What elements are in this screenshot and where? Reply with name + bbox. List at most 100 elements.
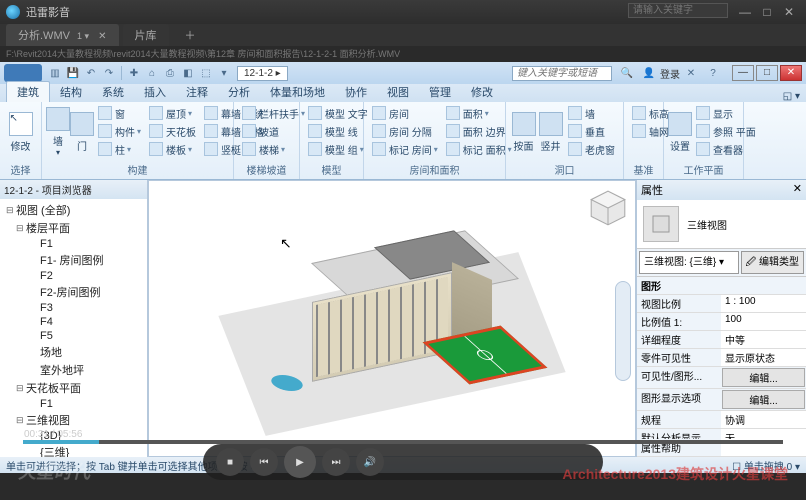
volume-button[interactable]: 🔊 [356,448,384,476]
model-line-button[interactable]: 模型 线 [306,122,370,140]
edit-type-button[interactable]: 🖉 编辑类型 [741,251,804,274]
view-cube[interactable] [587,187,629,229]
tree-item[interactable]: F4 [0,315,147,329]
help-icon[interactable]: ? [705,65,721,81]
model-group-button[interactable]: 模型 组▾ [306,140,370,158]
stop-button[interactable]: ■ [216,448,244,476]
user-icon[interactable]: 👤 [641,65,657,81]
qat-icon[interactable]: ▾ [216,65,232,81]
browser-tree[interactable]: ⊟视图 (全部)⊟楼层平面F1F1- 房间图例F2F2-房间图例F3F4F5场地… [0,199,147,457]
ribbon-tab[interactable]: 注释 [176,82,218,102]
view-canvas[interactable]: ↖ [148,180,636,457]
instance-selector[interactable]: 三维视图: {三维} ▾ [639,251,739,274]
ceiling-button[interactable]: 天花板 [147,122,198,140]
tree-item[interactable]: F2 [0,269,147,283]
ribbon-tab[interactable]: 结构 [50,82,92,102]
prev-button[interactable]: ⏮ [250,448,278,476]
save-icon[interactable]: 💾 [65,65,81,81]
column-button[interactable]: 柱▾ [96,140,143,158]
property-row[interactable]: 可见性/图形...编辑... [637,367,806,389]
tag-room-button[interactable]: 标记 房间▾ [370,140,440,158]
property-row[interactable]: 视图比例1 : 100 [637,295,806,313]
login-label[interactable]: 登录 [660,66,680,81]
set-button[interactable]: 设置 [668,104,692,160]
navigation-bar[interactable] [615,281,631,381]
play-button[interactable]: ▶ [284,446,316,478]
door-button[interactable]: 门 [70,104,94,160]
qat-icon[interactable]: ⎙ [162,65,178,81]
undo-icon[interactable]: ↶ [83,65,99,81]
tree-item[interactable]: F3 [0,301,147,315]
tree-item[interactable]: F1 [0,237,147,251]
qat-icon[interactable]: ⬚ [198,65,214,81]
redo-icon[interactable]: ↷ [101,65,117,81]
property-row[interactable]: 零件可见性显示原状态 [637,349,806,367]
ribbon-tab[interactable]: 协作 [335,82,377,102]
player-tab-add[interactable]: ＋ [173,24,208,46]
byface-button[interactable]: 按面 [510,104,537,160]
tab-close-icon[interactable]: ✕ [98,31,106,42]
model-text-button[interactable]: 模型 文字 [306,104,370,122]
property-row[interactable]: 比例值 1:100 [637,313,806,331]
doc-title-dropdown[interactable]: 12-1-2 ▸ [237,66,288,81]
ribbon-tab[interactable]: 视图 [377,82,419,102]
shaft-button[interactable]: 竖井 [537,104,564,160]
tree-item[interactable]: 室外地坪 [0,361,147,379]
tag-area-button[interactable]: 标记 面积▾ [444,140,514,158]
area-button[interactable]: 面积▾ [444,104,514,122]
ribbon-tab[interactable]: 管理 [419,82,461,102]
revit-max-button[interactable]: □ [756,65,778,81]
ramp-button[interactable]: 坡道 [240,122,307,140]
ribbon-tab[interactable]: 体量和场地 [260,82,335,102]
next-button[interactable]: ⏭ [322,448,350,476]
room-sep-button[interactable]: 房间 分隔 [370,122,440,140]
qat-icon[interactable]: ◧ [180,65,196,81]
area-boundary-button[interactable]: 面积 边界 [444,122,514,140]
component-button[interactable]: 构件▾ [96,122,143,140]
properties-close-icon[interactable]: ✕ [793,182,802,198]
tree-item[interactable]: F1 [0,397,147,411]
open-icon[interactable]: ▥ [47,65,63,81]
ribbon-tab[interactable]: 分析 [218,82,260,102]
property-row[interactable]: 详细程度中等 [637,331,806,349]
qat-icon[interactable]: ⌂ [144,65,160,81]
modify-button[interactable]: ↖修改 [4,104,37,160]
stair-button[interactable]: 楼梯▾ [240,140,307,158]
tree-item[interactable]: 场地 [0,343,147,361]
tree-item[interactable]: ⊟视图 (全部) [0,201,147,219]
exchange-icon[interactable]: ✕ [683,65,699,81]
properties-grid[interactable]: 图形视图比例1 : 100比例值 1:100详细程度中等零件可见性显示原状态可见… [637,277,806,439]
tree-item[interactable]: F5 [0,329,147,343]
show-button[interactable]: 显示 [694,104,758,122]
help-search-input[interactable] [512,66,612,81]
tree-item[interactable]: F1- 房间图例 [0,251,147,269]
player-close-button[interactable]: ✕ [778,5,800,19]
ribbon-tab[interactable]: 插入 [134,82,176,102]
railing-button[interactable]: 栏杆扶手▾ [240,104,307,122]
property-row[interactable]: 图形显示选项编辑... [637,389,806,411]
roof-button[interactable]: 屋顶▾ [147,104,198,122]
floor-button[interactable]: 楼板▾ [147,140,198,158]
window-button[interactable]: 窗 [96,104,143,122]
revit-close-button[interactable]: ✕ [780,65,802,81]
wall-button[interactable]: 墙▾ [46,104,70,160]
player-tab-library[interactable]: 片库 [123,24,169,46]
revit-min-button[interactable]: — [732,65,754,81]
property-row[interactable]: 默认分析显示...无 [637,429,806,439]
tree-item[interactable]: F2-房间图例 [0,283,147,301]
ribbon-tab[interactable]: 修改 [461,82,503,102]
viewer-button[interactable]: 查看器 [694,140,758,158]
property-row[interactable]: 规程协调 [637,411,806,429]
room-button[interactable]: 房间 [370,104,440,122]
ribbon-tab[interactable]: 系统 [92,82,134,102]
refplane-button[interactable]: 参照 平面 [694,122,758,140]
tree-item[interactable]: ⊟楼层平面 [0,219,147,237]
tree-item[interactable]: ⊟天花板平面 [0,379,147,397]
app-menu-button[interactable] [4,64,42,82]
wall-opening-button[interactable]: 墙 [566,104,617,122]
player-min-button[interactable]: — [734,5,756,19]
player-tab-video[interactable]: 分析.WMV 1 ▾ ✕ [6,24,119,46]
dormer-button[interactable]: 老虎窗 [566,140,617,158]
ribbon-help-icon[interactable]: ◱ ▾ [783,91,800,102]
tree-item[interactable]: {三维} [0,443,147,457]
